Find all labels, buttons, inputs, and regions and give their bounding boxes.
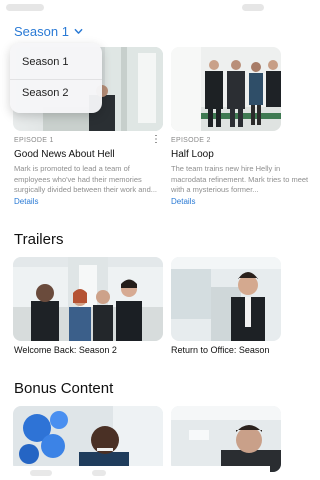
bottom-bar	[0, 466, 270, 480]
bottom-tab-indicator	[30, 470, 52, 476]
section-title-trailers: Trailers	[14, 231, 64, 248]
season-dropdown-menu: Season 1 Season 2	[10, 43, 102, 113]
episode-details-link[interactable]: Details	[171, 197, 195, 206]
section-title-bonus-content: Bonus Content	[14, 380, 114, 397]
episode-number: EPISODE 2	[171, 137, 211, 144]
trailer-caption: Welcome Back: Season 2	[14, 345, 117, 355]
bonus-thumbnail-image	[171, 406, 281, 472]
bonus-thumbnail[interactable]	[13, 406, 163, 472]
episode-thumbnail[interactable]	[171, 47, 281, 131]
episode-title: Half Loop	[171, 149, 214, 160]
trailer-thumbnail-image	[13, 257, 163, 341]
trailer-thumbnail[interactable]	[13, 257, 163, 341]
episode-thumbnail-image	[171, 47, 281, 131]
bonus-thumbnail[interactable]	[171, 406, 281, 472]
season-option[interactable]: Season 2	[22, 87, 68, 99]
episode-description: The team trains new hire Helly in macrod…	[171, 164, 309, 194]
trailer-thumbnail[interactable]	[171, 257, 281, 341]
menu-divider	[10, 79, 102, 80]
trailer-caption: Return to Office: Season 2	[171, 345, 270, 355]
bonus-thumbnail-image	[13, 406, 163, 472]
trailer-thumbnail-image	[171, 257, 281, 341]
season-option[interactable]: Season 1	[22, 56, 68, 68]
bottom-tab-indicator	[92, 470, 106, 476]
